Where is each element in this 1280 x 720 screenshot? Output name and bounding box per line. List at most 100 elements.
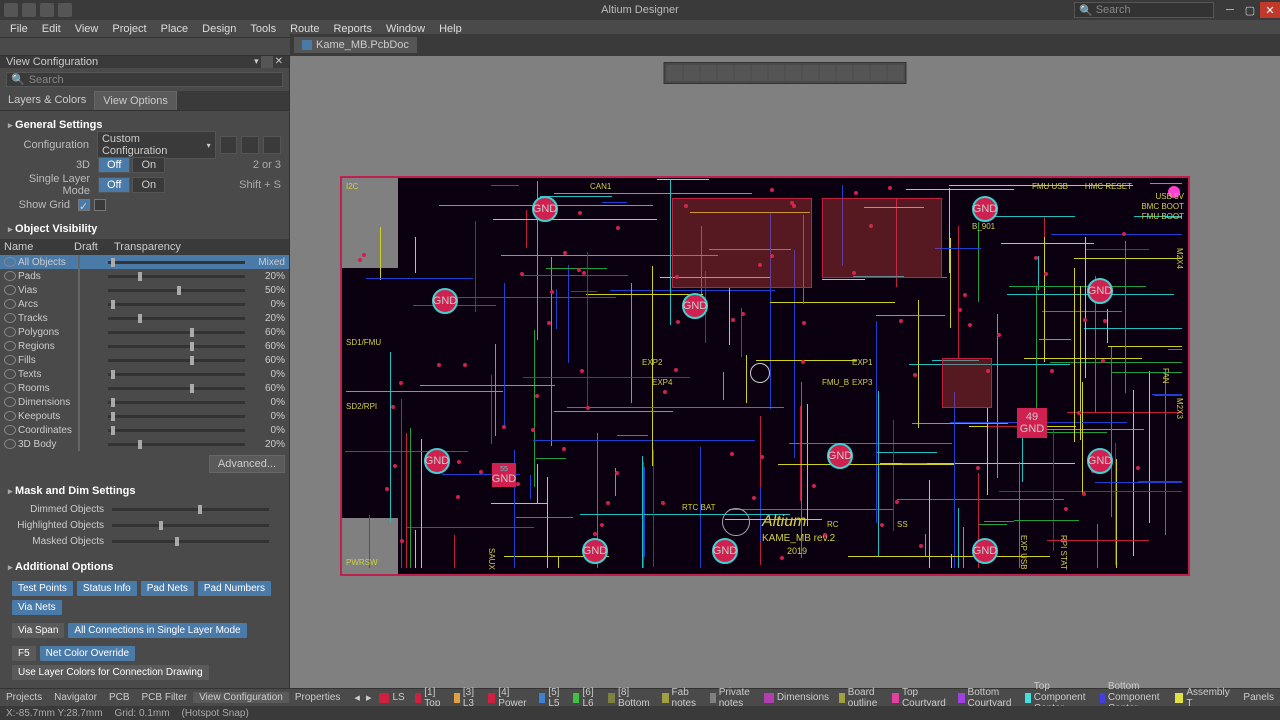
transparency-slider[interactable] — [108, 387, 245, 390]
objvis-row-regions[interactable]: Regions60% — [0, 339, 289, 353]
transparency-slider[interactable] — [108, 289, 245, 292]
visibility-eye-icon[interactable] — [4, 257, 16, 267]
visibility-eye-icon[interactable] — [4, 369, 16, 379]
place-fill-icon[interactable] — [803, 65, 819, 81]
app-icon[interactable] — [4, 3, 18, 17]
global-search[interactable]: 🔍 Search — [1074, 2, 1214, 18]
close-button[interactable]: ✕ — [1260, 2, 1280, 18]
align-icon[interactable] — [701, 65, 717, 81]
dimension-icon[interactable] — [854, 65, 870, 81]
single-layer-toggle[interactable]: Off On — [98, 177, 165, 193]
menu-reports[interactable]: Reports — [327, 23, 378, 35]
visibility-eye-icon[interactable] — [4, 355, 16, 365]
draft-check[interactable] — [78, 269, 80, 283]
place-line-icon[interactable] — [735, 65, 751, 81]
show-grid-check[interactable]: ✓ — [78, 199, 90, 211]
panel-pin-icon[interactable] — [261, 56, 273, 68]
place-via-icon[interactable] — [769, 65, 785, 81]
visibility-eye-icon[interactable] — [4, 411, 16, 421]
layer-dimensions[interactable]: Dimensions — [760, 692, 833, 703]
transparency-slider[interactable] — [108, 345, 245, 348]
layer-next-icon[interactable]: ▸ — [364, 691, 374, 704]
objvis-row-coordinates[interactable]: Coordinates0% — [0, 423, 289, 437]
show-grid-aux-check[interactable] — [94, 199, 106, 211]
menu-project[interactable]: Project — [106, 23, 152, 35]
minimize-button[interactable]: ─ — [1220, 2, 1240, 18]
draft-check[interactable] — [78, 339, 80, 353]
visibility-eye-icon[interactable] — [4, 313, 16, 323]
visibility-eye-icon[interactable] — [4, 341, 16, 351]
option-pad-numbers[interactable]: Pad Numbers — [198, 581, 271, 596]
transparency-slider[interactable] — [108, 275, 245, 278]
panel-search[interactable]: 🔍 Search — [6, 72, 283, 87]
draft-check[interactable] — [78, 395, 80, 409]
transparency-slider[interactable] — [108, 303, 245, 306]
option-via-span[interactable]: Via Span — [12, 623, 64, 638]
objvis-row-polygons[interactable]: Polygons60% — [0, 325, 289, 339]
slider[interactable] — [112, 524, 269, 527]
objvis-row-vias[interactable]: Vias50% — [0, 283, 289, 297]
option-net-color-override[interactable]: Net Color Override — [40, 646, 135, 661]
slider[interactable] — [112, 540, 269, 543]
move-icon[interactable] — [684, 65, 700, 81]
slider[interactable] — [112, 508, 269, 511]
transparency-slider[interactable] — [108, 331, 245, 334]
draft-check[interactable] — [78, 297, 80, 311]
option-via-nets[interactable]: Via Nets — [12, 600, 62, 615]
visibility-eye-icon[interactable] — [4, 383, 16, 393]
place-arc-icon[interactable] — [786, 65, 802, 81]
objvis-row-pads[interactable]: Pads20% — [0, 269, 289, 283]
layer-prev-icon[interactable]: ◂ — [352, 691, 362, 704]
bottom-tab-pcb[interactable]: PCB — [103, 692, 136, 703]
bottom-tab-pcb-filter[interactable]: PCB Filter — [136, 692, 194, 703]
config-load-icon[interactable] — [220, 136, 238, 154]
visibility-eye-icon[interactable] — [4, 299, 16, 309]
redo-icon[interactable] — [58, 3, 72, 17]
place-string-icon[interactable] — [837, 65, 853, 81]
option-pad-nets[interactable]: Pad Nets — [141, 581, 194, 596]
tab-view-options[interactable]: View Options — [94, 91, 177, 110]
visibility-eye-icon[interactable] — [4, 397, 16, 407]
menu-window[interactable]: Window — [380, 23, 431, 35]
measure-icon[interactable] — [871, 65, 887, 81]
objvis-row-arcs[interactable]: Arcs0% — [0, 297, 289, 311]
draft-check[interactable] — [78, 283, 80, 297]
objvis-row-keepouts[interactable]: Keepouts0% — [0, 409, 289, 423]
draft-check[interactable] — [78, 325, 80, 339]
menu-design[interactable]: Design — [196, 23, 242, 35]
objvis-row-fills[interactable]: Fills60% — [0, 353, 289, 367]
option-f5[interactable]: F5 — [12, 646, 36, 661]
draft-check[interactable] — [78, 409, 80, 423]
transparency-slider[interactable] — [108, 415, 245, 418]
object-visibility-header[interactable]: Object Visibility — [0, 219, 289, 239]
bottom-tab-projects[interactable]: Projects — [0, 692, 48, 703]
transparency-slider[interactable] — [108, 443, 245, 446]
draft-check[interactable] — [78, 311, 80, 325]
objvis-row-3d-body[interactable]: 3D Body20% — [0, 437, 289, 451]
place-pad-icon[interactable] — [752, 65, 768, 81]
draft-check[interactable] — [78, 367, 80, 381]
layer-ls[interactable]: LS — [375, 692, 408, 703]
transparency-slider[interactable] — [108, 317, 245, 320]
panels-button[interactable]: Panels — [1237, 692, 1280, 703]
drc-icon[interactable] — [888, 65, 904, 81]
draft-check[interactable] — [78, 437, 80, 451]
option-use-layer-colors-for-connection-drawing[interactable]: Use Layer Colors for Connection Drawing — [12, 665, 209, 680]
transparency-slider[interactable] — [108, 429, 245, 432]
transparency-slider[interactable] — [108, 359, 245, 362]
additional-options-header[interactable]: Additional Options — [8, 557, 281, 577]
menu-tools[interactable]: Tools — [244, 23, 282, 35]
menu-route[interactable]: Route — [284, 23, 325, 35]
save-icon[interactable] — [22, 3, 36, 17]
visibility-eye-icon[interactable] — [4, 425, 16, 435]
menu-view[interactable]: View — [69, 23, 105, 35]
pcb-canvas[interactable]: Kame_MB.PcbDoc GND GND — [290, 56, 1280, 688]
selection-filter-icon[interactable] — [667, 65, 683, 81]
panel-dropdown-icon[interactable]: ▾ — [254, 56, 259, 68]
objvis-row-rooms[interactable]: Rooms60% — [0, 381, 289, 395]
objvis-row-tracks[interactable]: Tracks20% — [0, 311, 289, 325]
bottom-tab-properties[interactable]: Properties — [289, 692, 347, 703]
place-polygon-icon[interactable] — [820, 65, 836, 81]
visibility-eye-icon[interactable] — [4, 271, 16, 281]
objvis-row-dimensions[interactable]: Dimensions0% — [0, 395, 289, 409]
